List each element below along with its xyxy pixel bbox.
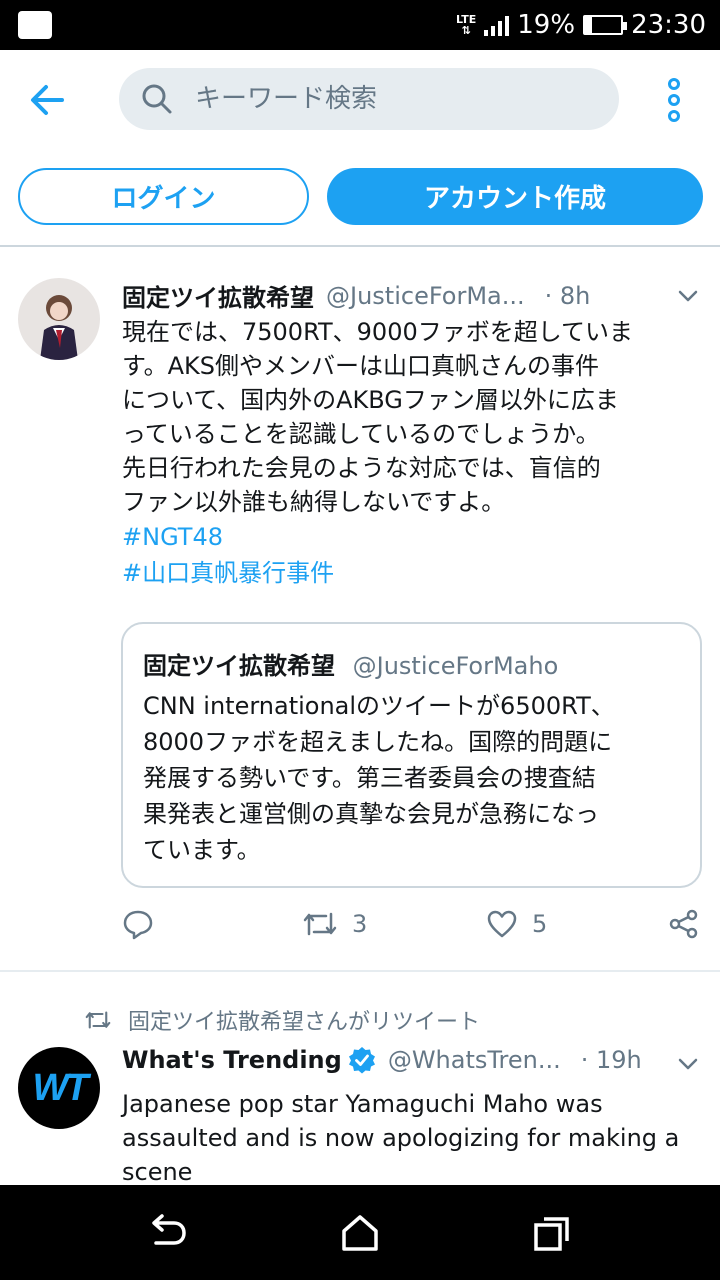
avatar-logo-text: WT <box>32 1066 88 1109</box>
avatar[interactable] <box>18 278 100 360</box>
share-button[interactable] <box>668 908 700 940</box>
android-nav-bar <box>0 1185 720 1280</box>
like-count: 5 <box>532 910 548 938</box>
quote-line: 発展する勢いです。第三者委員会の捜査結 <box>143 764 596 792</box>
tweet-actions: 3 5 <box>0 900 720 948</box>
like-button[interactable]: 5 <box>486 908 547 940</box>
tweet-line: す。AKS側やメンバーは山口真帆さんの事件 <box>122 352 599 380</box>
author-name[interactable]: What's Trending <box>122 1046 342 1074</box>
tweet-text: 現在では、7500RT、9000ファボを超していま す。AKS側やメンバーは山口… <box>122 315 707 591</box>
quote-author-name: 固定ツイ拡散希望 <box>143 652 335 680</box>
tweet-time: · 8h <box>544 281 591 310</box>
tweet-line: 現在では、7500RT、9000ファボを超していま <box>122 318 634 346</box>
retweet-context: 固定ツイ拡散希望さんがリツイート <box>84 1004 480 1036</box>
tweet-line: 先日行われた会見のような対応では、盲信的 <box>122 454 601 482</box>
reply-icon <box>123 910 153 940</box>
quote-author-handle: @JusticeForMaho <box>352 652 559 680</box>
nav-recents-button[interactable] <box>530 1211 574 1255</box>
avatar-image <box>18 278 100 360</box>
heart-icon <box>487 910 517 938</box>
android-recents-icon <box>534 1217 569 1251</box>
divider <box>0 970 720 972</box>
tweet-line: Japanese pop star Yamaguchi Maho was <box>122 1090 603 1118</box>
tweet-header: 固定ツイ拡散希望 @JusticeForMa... · 8h <box>122 278 590 313</box>
reply-button[interactable] <box>122 908 154 940</box>
android-back-icon <box>152 1214 186 1245</box>
retweet-count: 3 <box>352 910 368 938</box>
tweet-time: · 19h <box>580 1046 642 1074</box>
quote-header: 固定ツイ拡散希望 @JusticeForMaho <box>143 646 558 681</box>
author-handle[interactable]: @JusticeForMa... <box>326 282 525 310</box>
share-icon <box>669 909 698 939</box>
chevron-down-icon[interactable] <box>676 284 700 308</box>
avatar[interactable]: WT <box>18 1047 100 1129</box>
tweet-line: assaulted and is now apologizing for mak… <box>122 1124 680 1152</box>
tweet-text: Japanese pop star Yamaguchi Maho was ass… <box>122 1087 707 1189</box>
quote-line: CNN internationalのツイートが6500RT、 <box>143 692 615 720</box>
tweet[interactable]: 固定ツイ拡散希望 @JusticeForMa... · 8h 現在では、7500… <box>0 0 720 970</box>
android-home-icon <box>342 1215 378 1251</box>
hashtag-link[interactable]: #山口真帆暴行事件 <box>122 555 707 591</box>
retweet-icon <box>303 912 337 936</box>
retweet-button[interactable]: 3 <box>302 908 367 940</box>
quote-line: 8000ファボを超えましたね。国際的問題に <box>143 728 613 756</box>
quote-line: 果発表と運営側の真摯な会見が急務になっ <box>143 800 599 828</box>
tweet-line: ファン以外誰も納得しないですよ。 <box>122 488 506 516</box>
tweet-line: について、国内外のAKBGファン層以外に広ま <box>122 386 619 414</box>
quoted-tweet[interactable]: 固定ツイ拡散希望 @JusticeForMaho CNN internation… <box>121 622 702 888</box>
nav-home-button[interactable] <box>338 1211 382 1255</box>
hashtag-link[interactable]: #NGT48 <box>122 519 707 555</box>
tweet-header: What's Trending @WhatsTren... · 19h <box>122 1046 642 1074</box>
chevron-down-icon[interactable] <box>676 1052 700 1076</box>
nav-back-button[interactable] <box>146 1211 190 1255</box>
verified-badge-icon <box>348 1047 375 1074</box>
tweet-line: scene <box>122 1158 193 1186</box>
quote-text: CNN internationalのツイートが6500RT、 8000ファボを超… <box>143 688 688 868</box>
quote-line: ています。 <box>143 836 261 864</box>
author-name[interactable]: 固定ツイ拡散希望 <box>122 278 314 313</box>
tweet-line: っていることを認識しているのでしょうか。 <box>122 420 600 448</box>
retweet-icon <box>85 1011 111 1029</box>
retweeted-by-label[interactable]: 固定ツイ拡散希望さんがリツイート <box>128 1004 480 1036</box>
author-handle[interactable]: @WhatsTren... <box>388 1046 561 1074</box>
